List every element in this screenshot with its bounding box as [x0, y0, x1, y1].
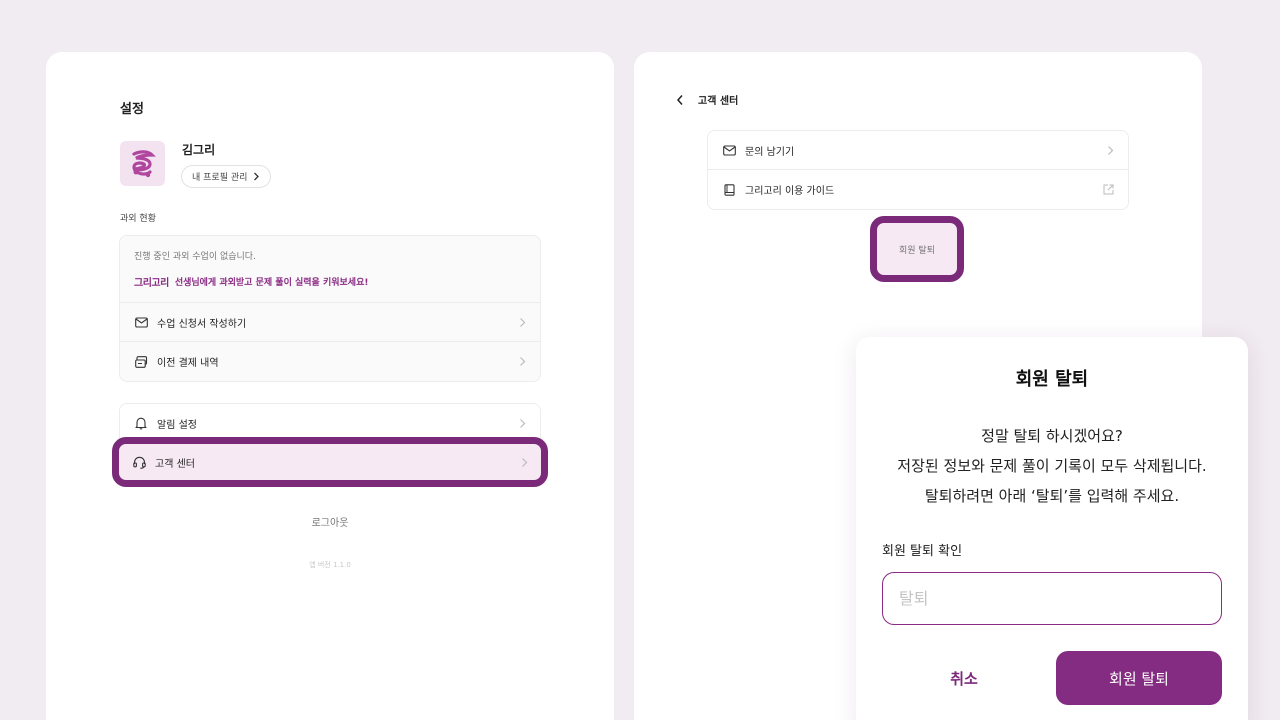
confirm-withdraw-button[interactable]: 회원 탈퇴 [1056, 651, 1222, 705]
modal-message-line-1: 정말 탈퇴 하시겠어요? [981, 427, 1123, 445]
avatar-logo-icon [132, 150, 156, 178]
no-lessons-text: 진행 중인 과외 수업이 없습니다. [134, 252, 256, 262]
modal-message-line-2: 저장된 정보와 문제 풀이 기록이 모두 삭제됩니다. [897, 457, 1207, 475]
bell-icon [134, 416, 148, 430]
mail-icon [722, 143, 736, 157]
logout-link[interactable]: 로그아웃 [46, 514, 614, 529]
promo-text: 선생님에게 과외받고 문제 풀이 실력을 키워보세요! [174, 278, 369, 288]
inquiry-label: 문의 남기기 [745, 146, 795, 158]
profile-manage-button[interactable]: 내 프로필 관리 [181, 165, 272, 188]
headset-icon [132, 455, 146, 469]
avatar [120, 141, 165, 186]
user-name: 김그리 [182, 143, 216, 157]
confirm-withdraw-input[interactable] [882, 572, 1222, 625]
page-title: 고객 센터 [698, 96, 739, 107]
support-card: 문의 남기기 그리고리 이용 가이드 [707, 130, 1129, 210]
lesson-application-label: 수업 신청서 작성하기 [157, 318, 247, 330]
lessons-section-label: 과외 현황 [120, 214, 156, 224]
usage-guide-item[interactable]: 그리고리 이용 가이드 [708, 170, 1128, 209]
notification-settings-label: 알림 설정 [157, 419, 197, 431]
modal-title: 회원 탈퇴 [1015, 369, 1089, 390]
inquiry-item[interactable]: 문의 남기기 [708, 131, 1128, 170]
customer-center-label: 고객 센터 [155, 458, 195, 470]
back-arrow-icon[interactable] [676, 94, 684, 106]
lessons-empty-state: 진행 중인 과외 수업이 없습니다. 그리고리 선생님에게 과외받고 문제 풀이… [120, 236, 540, 303]
app-version: 앱 버전 1.1.0 [309, 561, 351, 569]
promo-banner[interactable]: 그리고리 선생님에게 과외받고 문제 풀이 실력을 키워보세요! [134, 274, 526, 289]
profile-button-label: 내 프로필 관리 [192, 173, 248, 183]
confirm-field-label: 회원 탈퇴 확인 [882, 544, 963, 559]
chevron-right-icon [521, 457, 528, 468]
chevron-right-icon [519, 418, 526, 429]
withdraw-modal: 회원 탈퇴 정말 탈퇴 하시겠어요? 저장된 정보와 문제 풀이 기록이 모두 … [856, 337, 1248, 720]
customer-center-item[interactable]: 고객 센터 [112, 437, 548, 487]
lesson-application-item[interactable]: 수업 신청서 작성하기 [120, 303, 540, 342]
chevron-right-icon [254, 172, 260, 181]
payment-history-label: 이전 결제 내역 [157, 358, 219, 369]
modal-message-line-3: 탈퇴하려면 아래 ‘탈퇴’를 입력해 주세요. [924, 487, 1180, 505]
promo-logo: 그리고리 [134, 278, 169, 289]
book-icon [722, 183, 736, 197]
cancel-button[interactable]: 취소 [882, 651, 1046, 705]
withdraw-button[interactable]: 회원 탈퇴 [870, 216, 964, 282]
lessons-card: 진행 중인 과외 수업이 없습니다. 그리고리 선생님에게 과외받고 문제 풀이… [119, 235, 541, 382]
mail-icon [134, 315, 148, 329]
settings-panel: 설정 김그리 내 프로필 관리 과외 현황 진행 중인 과외 수업이 없습니다.… [46, 52, 614, 720]
payment-history-item[interactable]: 이전 결제 내역 [120, 342, 540, 381]
chevron-right-icon [1107, 145, 1114, 156]
usage-guide-label: 그리고리 이용 가이드 [745, 186, 835, 197]
receipt-icon [134, 355, 148, 369]
chevron-right-icon [519, 356, 526, 367]
header: 고객 센터 [676, 92, 738, 107]
modal-message: 정말 탈퇴 하시겠어요? 저장된 정보와 문제 풀이 기록이 모두 삭제됩니다.… [856, 421, 1248, 511]
page-title: 설정 [120, 102, 144, 117]
external-link-icon [1103, 184, 1114, 195]
chevron-right-icon [519, 317, 526, 328]
